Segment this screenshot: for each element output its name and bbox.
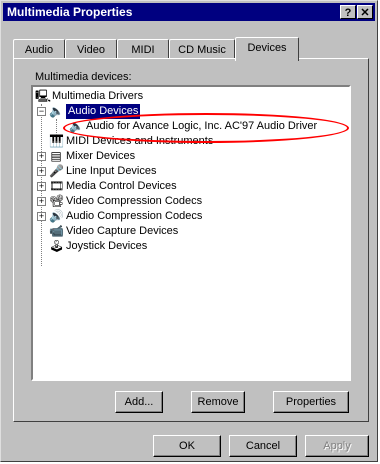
expand-icon[interactable]: + <box>37 212 46 221</box>
expand-icon[interactable]: + <box>37 182 46 191</box>
window-title: Multimedia Properties <box>7 5 133 19</box>
line-input-icon: 🎤 <box>49 164 64 178</box>
tab-audio[interactable]: Audio <box>13 39 65 59</box>
properties-window: Multimedia Properties ? ✕ Audio Video MI… <box>0 0 378 462</box>
multimedia-devices-label: Multimedia devices: <box>35 71 132 83</box>
speaker-icon: 🔈 <box>69 119 84 133</box>
tab-midi[interactable]: MIDI <box>117 39 169 59</box>
media-control-icon: 🎞 <box>49 179 65 193</box>
computer-icon: 🖳 <box>35 89 52 103</box>
help-button[interactable]: ? <box>340 5 356 19</box>
tab-cd-music[interactable]: CD Music <box>169 39 235 59</box>
tab-devices[interactable]: Devices <box>235 37 299 61</box>
ok-button[interactable]: OK <box>153 435 221 457</box>
midi-icon: 🎹 <box>49 134 64 148</box>
expand-icon[interactable]: + <box>37 197 46 206</box>
properties-button[interactable]: Properties <box>273 391 349 413</box>
tab-video[interactable]: Video <box>65 39 117 59</box>
add-button[interactable]: Add... <box>115 391 163 413</box>
device-tree[interactable]: 🖳 Multimedia Drivers − 🔈 Audio Devices 🔈… <box>31 85 351 381</box>
joystick-icon: 🕹 <box>49 239 65 253</box>
speaker-icon: 🔈 <box>49 104 64 118</box>
tab-strip: Audio Video MIDI CD Music Devices <box>13 37 365 61</box>
expand-icon[interactable]: + <box>37 152 46 161</box>
mixer-icon: ▤ <box>50 149 62 163</box>
remove-button[interactable]: Remove <box>191 391 245 413</box>
cancel-button[interactable]: Cancel <box>229 435 297 457</box>
collapse-icon[interactable]: − <box>37 107 46 116</box>
close-button[interactable]: ✕ <box>357 5 373 19</box>
video-codec-icon: 📽 <box>49 194 65 208</box>
apply-button[interactable]: Apply <box>305 435 369 457</box>
audio-codec-icon: 🔊 <box>49 209 64 223</box>
expand-icon[interactable]: + <box>37 167 46 176</box>
title-bar[interactable]: Multimedia Properties ? ✕ <box>3 3 375 21</box>
video-capture-icon: 📹 <box>49 224 64 238</box>
